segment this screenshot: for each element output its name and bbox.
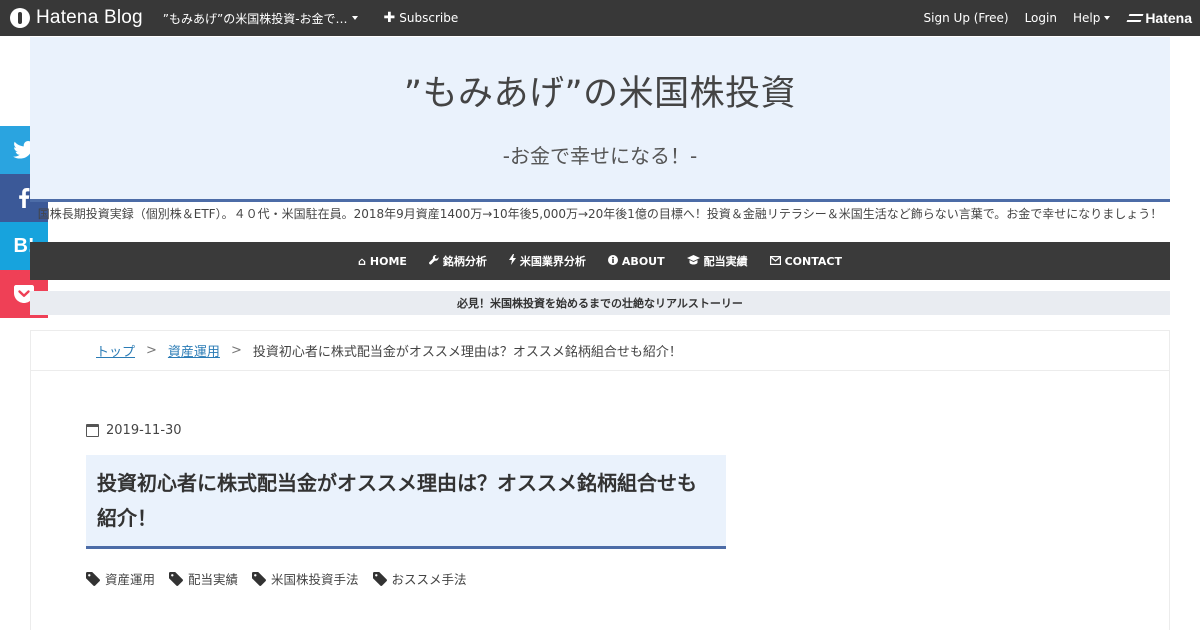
blog-description: 国株長期投資実録（個別株＆ETF）。４０代・米国駐在員。2018年9月資産140…: [37, 207, 1163, 221]
hatena-logo-text: Hatena: [1145, 10, 1192, 26]
logo-text: Hatena Blog: [36, 7, 143, 28]
category-link[interactable]: おススメ手法: [372, 569, 467, 588]
breadcrumb-separator: >: [230, 343, 242, 358]
breadcrumb-separator: >: [146, 343, 157, 358]
category-label: 資産運用: [105, 572, 156, 587]
entry-title: 投資初心者に株式配当金がオススメ理由は？オススメ銘柄組合せも紹介！: [86, 455, 726, 549]
caret-down-icon: [351, 16, 358, 20]
entry-categories: 資産運用 配当実績 米国株投資手法 おススメ手法: [86, 569, 481, 588]
nav-label: HOME: [369, 254, 407, 268]
global-nav: ⌂ HOME 銘柄分析 米国業界分析 ABOUT 配当実績 CONTACT: [30, 242, 1170, 280]
hatena-topbar: Hatena Blog ”もみあげ”の米国株投資-お金で… ✚ Subscrib…: [0, 0, 1200, 36]
subscribe-label: Subscribe: [399, 11, 459, 25]
hatena-logo[interactable]: Hatena: [1126, 10, 1192, 26]
breadcrumb: トップ > 資産運用 > 投資初心者に株式配当金がオススメ理由は？オススメ銘柄組…: [31, 331, 1169, 371]
blog-switch-dropdown[interactable]: ”もみあげ”の米国株投資-お金で…: [163, 10, 358, 27]
blog-header: ”もみあげ”の米国株投資 -お金で幸せになる！-: [30, 37, 1170, 199]
entry-card: トップ > 資産運用 > 投資初心者に株式配当金がオススメ理由は？オススメ銘柄組…: [30, 330, 1170, 630]
topbar-right: Sign Up (Free) Login Help Hatena: [908, 10, 1200, 26]
wrench-icon: [428, 254, 439, 268]
facebook-icon: [19, 188, 30, 208]
category-link[interactable]: 米国株投資手法: [252, 569, 359, 588]
category-link[interactable]: 配当実績: [169, 569, 238, 588]
nav-industry-analysis[interactable]: 米国業界分析: [508, 253, 586, 269]
graduation-cap-icon: [686, 254, 700, 268]
hatena-blog-logo[interactable]: Hatena Blog: [10, 0, 143, 36]
nav-contact[interactable]: CONTACT: [769, 254, 842, 268]
login-link[interactable]: Login: [1025, 11, 1057, 25]
entry-date[interactable]: 2019-11-30: [86, 423, 182, 438]
entry-date-text: 2019-11-30: [106, 423, 182, 438]
blog-title[interactable]: ”もみあげ”の米国株投資: [30, 65, 1170, 116]
plus-icon: ✚: [383, 10, 396, 26]
breadcrumb-current: 投資初心者に株式配当金がオススメ理由は？オススメ銘柄組合せも紹介！: [252, 345, 682, 360]
calendar-icon: [86, 424, 99, 437]
category-label: 配当実績: [188, 572, 239, 587]
tag-icon: [86, 571, 100, 586]
help-dropdown[interactable]: Help: [1072, 11, 1111, 25]
hatena-blog-logo-icon: [10, 8, 30, 28]
nav-stock-analysis[interactable]: 銘柄分析: [428, 253, 487, 269]
tag-icon: [252, 571, 267, 586]
featured-notice-link[interactable]: 必見！米国株投資を始めるまでの壮絶なリアルストーリー: [30, 291, 1170, 315]
breadcrumb-category-link[interactable]: 資産運用: [168, 341, 220, 360]
help-label: Help: [1072, 11, 1101, 25]
nav-label: 配当実績: [703, 255, 748, 268]
envelope-icon: [769, 255, 781, 268]
nav-label: 銘柄分析: [442, 255, 487, 268]
nav-about[interactable]: ABOUT: [607, 254, 665, 268]
caret-down-icon: [1104, 16, 1111, 20]
signup-link[interactable]: Sign Up (Free): [924, 11, 1009, 25]
home-icon: ⌂: [358, 254, 366, 268]
header-divider: [30, 199, 1170, 202]
bolt-icon: [508, 254, 516, 268]
nav-label: 米国業界分析: [519, 255, 586, 268]
category-label: 米国株投資手法: [271, 572, 359, 587]
info-icon: [607, 254, 618, 268]
blog-subtitle: -お金で幸せになる！-: [502, 144, 698, 168]
nav-home[interactable]: ⌂ HOME: [358, 255, 407, 268]
tag-icon: [169, 571, 183, 586]
category-label: おススメ手法: [391, 572, 467, 587]
blog-switch-label: ”もみあげ”の米国株投資-お金で…: [162, 11, 348, 26]
nav-label: ABOUT: [621, 254, 665, 268]
category-link[interactable]: 資産運用: [86, 569, 155, 588]
subscribe-button[interactable]: ✚ Subscribe: [384, 10, 459, 26]
nav-dividend-results[interactable]: 配当実績: [686, 253, 748, 269]
breadcrumb-top-link[interactable]: トップ: [96, 341, 135, 360]
nav-label: CONTACT: [784, 254, 842, 268]
tag-icon: [372, 571, 387, 586]
hatena-mark-icon: [1126, 14, 1144, 22]
